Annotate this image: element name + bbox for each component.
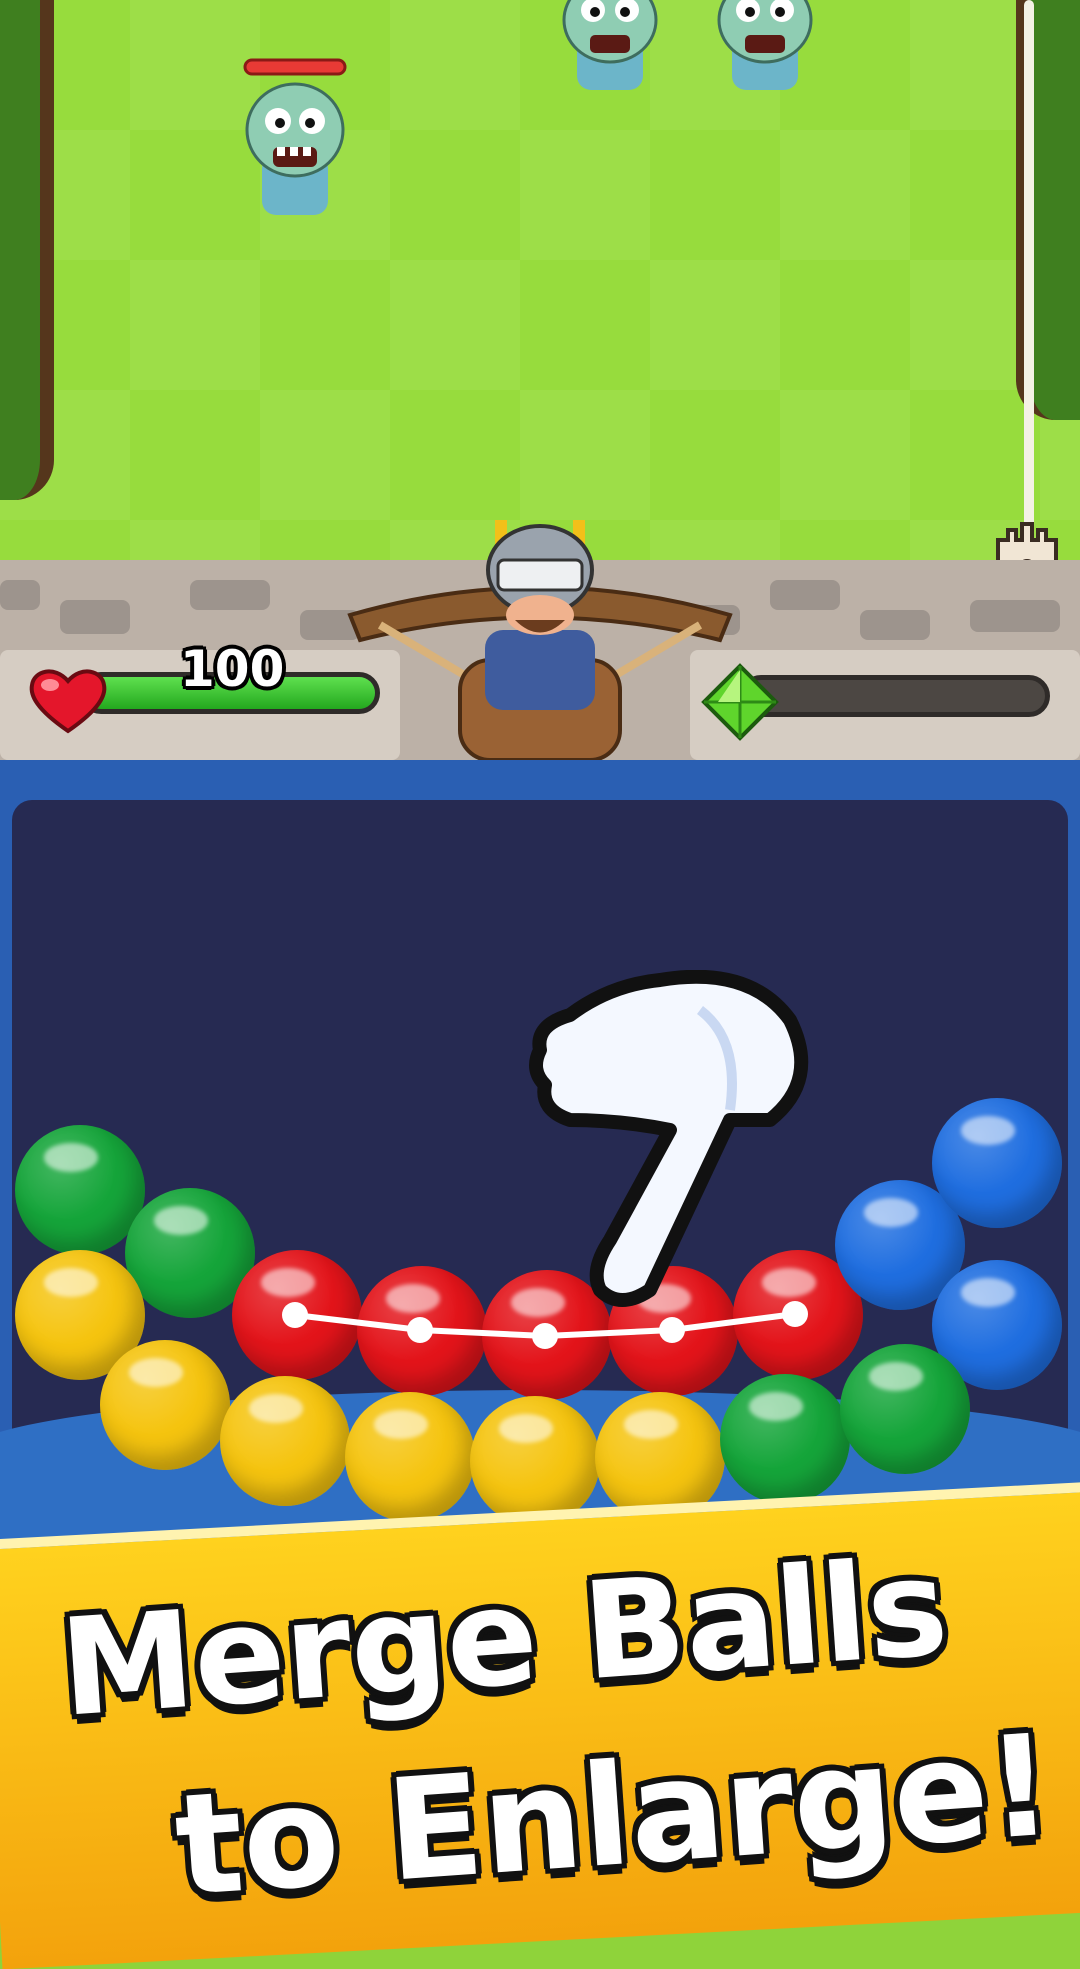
ball-red-selected[interactable] xyxy=(232,1250,362,1380)
ball-red-selected[interactable] xyxy=(357,1266,487,1396)
battlefield: 100 xyxy=(0,0,1080,760)
ball-blue[interactable] xyxy=(932,1098,1062,1228)
wave-progress-track xyxy=(1024,0,1034,530)
ball-yellow[interactable] xyxy=(220,1376,350,1506)
zombie-enemy xyxy=(562,0,658,90)
left-hedge xyxy=(0,0,54,500)
gem-progress-bar xyxy=(740,675,1050,717)
zombie-enemy xyxy=(717,0,813,90)
green-gem-icon xyxy=(701,663,779,741)
ball-yellow[interactable] xyxy=(100,1340,230,1470)
ball-green[interactable] xyxy=(15,1125,145,1255)
ball-green[interactable] xyxy=(720,1374,850,1504)
ball-yellow[interactable] xyxy=(345,1392,475,1522)
zombie-enemy xyxy=(243,58,347,215)
heart-icon xyxy=(29,669,107,734)
pointing-hand-icon xyxy=(529,970,809,1307)
knight-crossbow-player xyxy=(347,520,733,760)
ball-yellow[interactable] xyxy=(470,1396,600,1526)
health-value: 100 xyxy=(180,640,285,698)
ball-green[interactable] xyxy=(840,1344,970,1474)
